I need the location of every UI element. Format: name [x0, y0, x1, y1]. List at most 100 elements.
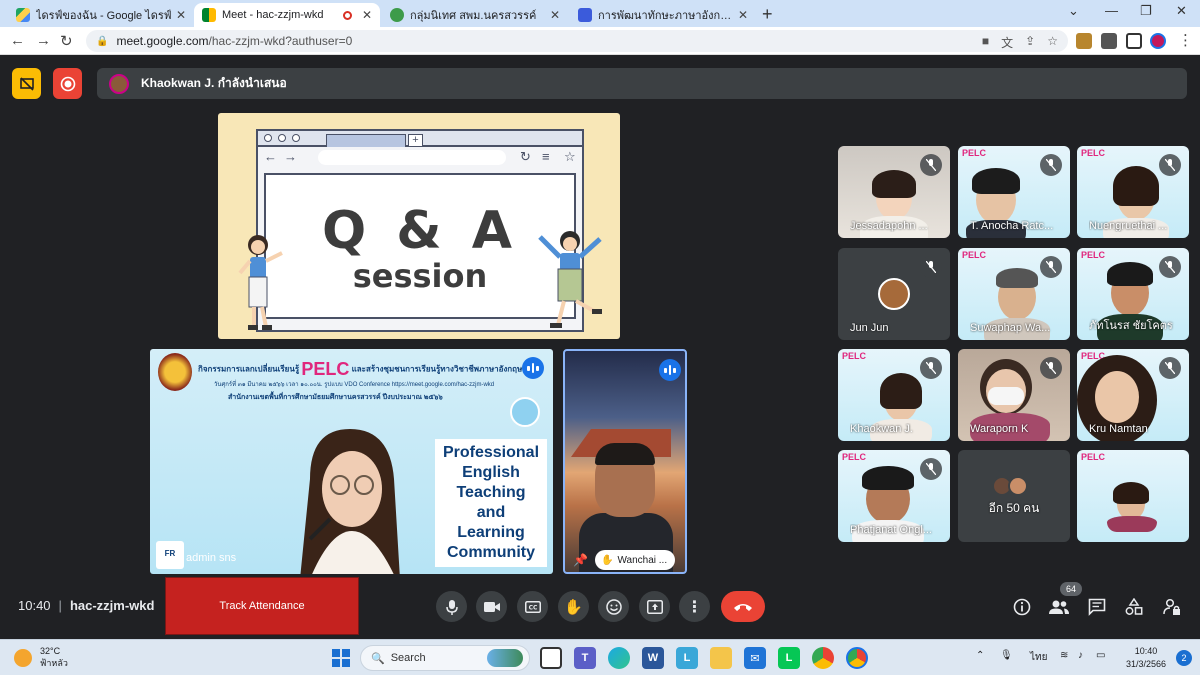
language-indicator[interactable]: ไทย [1030, 650, 1047, 665]
taskbar-clock[interactable]: 10:40 31/3/2566 [1126, 645, 1166, 671]
profile-avatar[interactable] [1150, 33, 1166, 49]
close-icon[interactable]: ✕ [176, 8, 186, 22]
shared-screen-tile[interactable]: กิจกรรมการแลกเปลี่ยนเรียนรู้ PELC และสร้… [150, 349, 553, 574]
task-view-icon[interactable] [540, 647, 562, 669]
close-icon[interactable]: ✕ [550, 8, 560, 22]
participant-tile[interactable]: Jun Jun [838, 248, 950, 340]
more-participants-tile[interactable]: อีก 50 คน [958, 450, 1070, 542]
share-icon[interactable]: ⇪ [1025, 34, 1035, 51]
chat-button[interactable] [1087, 597, 1107, 617]
search-placeholder: Search [390, 652, 426, 664]
participant-tile[interactable]: PELC Suwaphap Wa... [958, 248, 1070, 340]
captions-button[interactable]: CC [517, 591, 548, 622]
extension-icon[interactable] [1076, 33, 1092, 49]
participant-name: Jessadapohn ... [850, 220, 928, 232]
tab-meet[interactable]: Meet - hac-zzjm-wkd ✕ [194, 3, 380, 27]
mic-tray-icon[interactable]: 🎙 [1000, 650, 1013, 661]
mail-icon[interactable]: ✉ [744, 647, 766, 669]
chrome-active-icon[interactable] [846, 647, 868, 669]
record-icon [60, 76, 75, 91]
tray-overflow-icon[interactable]: ⌃ [976, 650, 984, 661]
stop-presenting-button[interactable] [12, 68, 41, 99]
l-app-icon[interactable]: L [676, 647, 698, 669]
puzzle-icon[interactable] [1101, 33, 1117, 49]
participant-name: ภัทโนรส ชัยโคตร [1089, 320, 1173, 332]
tab-search-icon[interactable]: ⌄ [1068, 3, 1079, 19]
browser-toolbar: ← → ↻ 🔒 meet.google.com/hac-zzjm-wkd?aut… [0, 27, 1200, 55]
microphone-button[interactable] [436, 591, 467, 622]
reload-icon[interactable]: ↻ [60, 32, 73, 50]
new-tab-button[interactable]: + [762, 4, 773, 25]
word-icon[interactable]: W [642, 647, 664, 669]
participant-tile[interactable]: PELC Nuengruethai ... [1077, 146, 1189, 238]
info-icon [1013, 598, 1031, 616]
track-attendance-button[interactable]: Track Attendance [165, 577, 359, 635]
camera-icon[interactable]: ■ [982, 34, 989, 51]
tab-supervision-group[interactable]: กลุ่มนิเทศ สพม.นครสวรรค์ ✕ [382, 3, 568, 27]
file-explorer-icon[interactable] [710, 647, 732, 669]
chrome-menu-icon[interactable]: ⋮ [1178, 31, 1193, 49]
more-options-button[interactable]: ⋮ [679, 591, 710, 622]
activities-button[interactable] [1124, 597, 1144, 617]
tab-english-skills[interactable]: การพัฒนาทักษะภาษาอังกฤษ English ✕ [570, 3, 756, 27]
search-icon: 🔍 [371, 652, 385, 665]
volume-icon[interactable]: ♪ [1078, 650, 1083, 661]
google-meet-icon [202, 8, 216, 22]
raise-hand-button[interactable]: ✋ [558, 591, 589, 622]
tab-google-drive[interactable]: ไดรฟ์ของฉัน - Google ไดรฟ์ ✕ [8, 3, 194, 27]
close-icon[interactable]: ✕ [362, 8, 372, 22]
muted-mic-icon [920, 256, 942, 278]
translate-icon[interactable]: 文 [1001, 34, 1013, 51]
notification-badge[interactable]: 2 [1176, 650, 1192, 666]
muted-mic-icon [920, 458, 942, 480]
hand-icon: ✋ [564, 598, 583, 616]
muted-mic-icon [1159, 357, 1181, 379]
people-button[interactable] [1049, 597, 1069, 617]
participant-tile[interactable]: Waraporn K [958, 349, 1070, 441]
minimize-icon[interactable]: — [1105, 3, 1118, 18]
end-call-button[interactable] [721, 591, 765, 622]
side-panel-icon[interactable] [1126, 33, 1142, 49]
qa-slide-tile[interactable]: + ← → ↻ ≡ ☆ Q & A session [218, 113, 620, 339]
bookmark-star-icon[interactable]: ☆ [1047, 34, 1058, 51]
windows-start-icon[interactable] [332, 649, 350, 667]
participant-name: Suwaphap Wa... [970, 322, 1051, 334]
address-bar[interactable]: 🔒 meet.google.com/hac-zzjm-wkd?authuser=… [86, 30, 1068, 52]
edge-icon[interactable] [608, 647, 630, 669]
chrome-icon[interactable] [812, 647, 834, 669]
restore-icon[interactable]: ❐ [1140, 3, 1152, 19]
share-header-line3: สำนักงานเขตพื้นที่การศึกษามัธยมศึกษานครส… [228, 394, 443, 401]
line-icon[interactable]: L [778, 647, 800, 669]
participant-name: T. Anocha Ratc... [970, 220, 1054, 232]
camera-button[interactable] [476, 591, 507, 622]
weather-widget[interactable]: 32°C ฟ้าหลัว [14, 645, 68, 669]
forward-icon[interactable]: → [36, 32, 51, 49]
close-icon[interactable]: ✕ [738, 8, 748, 22]
participant-tile[interactable]: PELC Kru Namtan [1077, 349, 1189, 441]
share-header-line2: วันศุกร์ที่ ๓๑ มีนาคม ๒๕๖๖ เวลา ๑๐.๐๐น. … [214, 382, 495, 388]
recording-button[interactable] [53, 68, 82, 99]
hand-icon: ✋ [601, 554, 614, 566]
present-screen-button[interactable] [639, 591, 670, 622]
participant-name: Waraporn K [970, 423, 1029, 435]
meeting-details-button[interactable] [1012, 597, 1032, 617]
reactions-button[interactable] [598, 591, 629, 622]
participant-tile[interactable]: PELC ภัทโนรส ชัยโคตร [1077, 248, 1189, 340]
close-window-icon[interactable]: ✕ [1176, 3, 1187, 19]
participant-tile[interactable]: PELC Phatjanat Ongl... [838, 450, 950, 542]
teams-icon[interactable]: T [574, 647, 596, 669]
school-logo [158, 353, 192, 391]
host-controls-button[interactable] [1162, 597, 1182, 617]
participant-tile[interactable]: PELC [1077, 450, 1189, 542]
participant-tile[interactable]: PELC T. Anocha Ratc... [958, 146, 1070, 238]
participant-tile[interactable]: PELC Khaokwan J. [838, 349, 950, 441]
rocket-icon [510, 397, 540, 427]
participant-tile[interactable]: Jessadapohn ... [838, 146, 950, 238]
battery-icon[interactable]: ▭ [1096, 650, 1105, 661]
participant-tile-wanchai[interactable]: 📌 ✋ Wanchai ... [563, 349, 687, 574]
muted-mic-icon [920, 357, 942, 379]
pin-icon[interactable]: 📌 [573, 553, 588, 567]
taskbar-search[interactable]: 🔍 Search [360, 645, 530, 671]
wifi-icon[interactable]: ≋ [1060, 650, 1068, 661]
back-icon[interactable]: ← [10, 32, 25, 49]
